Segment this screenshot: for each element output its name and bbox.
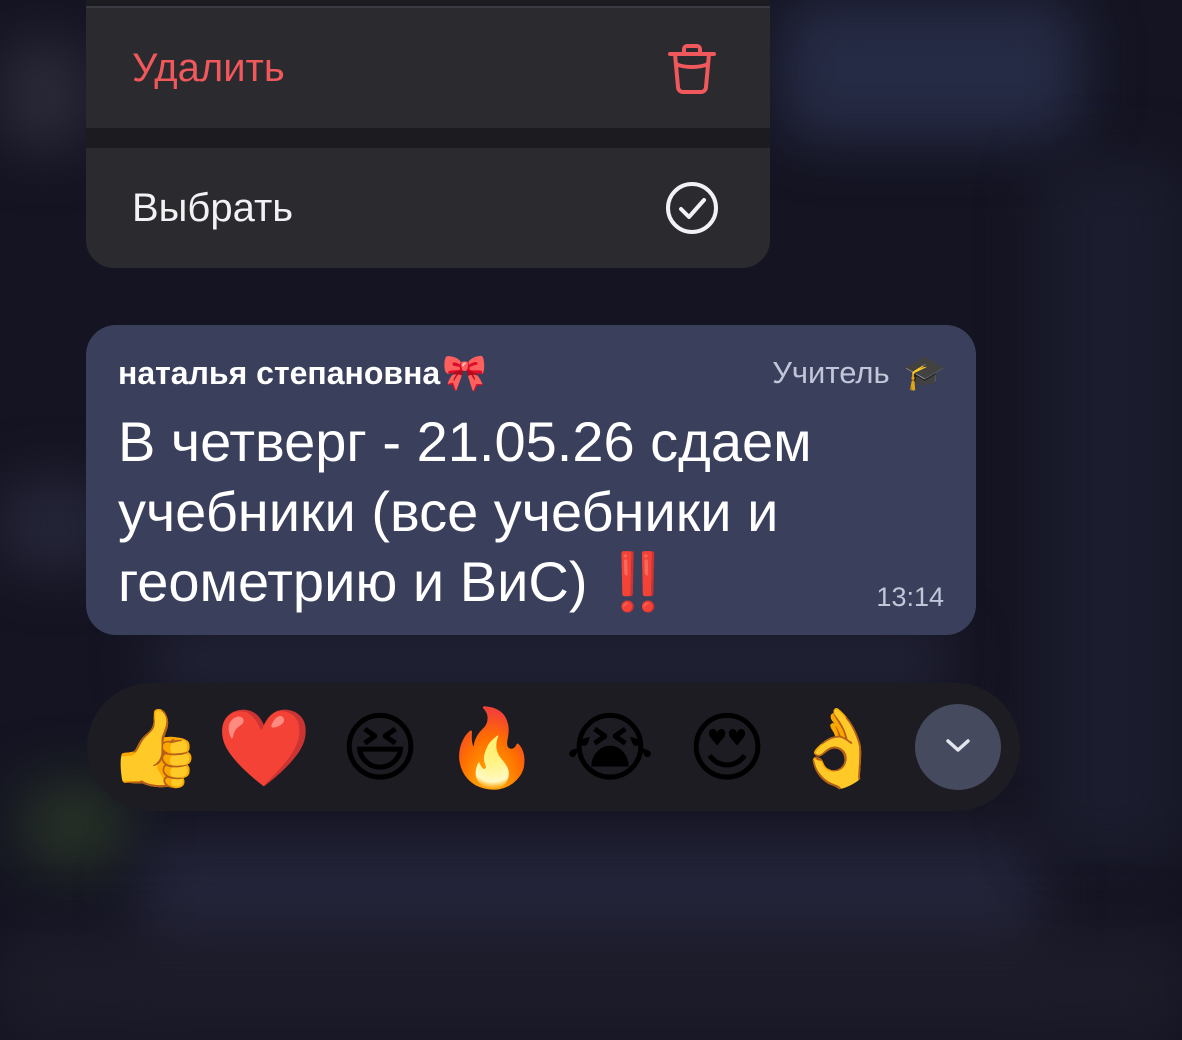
sender-name[interactable]: наталья степановна 🎀 (118, 352, 487, 394)
blurred-shape (780, 0, 1080, 140)
ribbon-emoji: 🎀 (442, 352, 488, 393)
blurred-shape (0, 930, 1182, 1040)
delete-label: Удалить (132, 45, 285, 90)
reaction-thumbs-up[interactable]: 👍 (107, 707, 203, 791)
check-circle-icon (664, 180, 720, 236)
sender-role-badge: Учитель 🎓 (772, 353, 946, 393)
double-exclamation-emoji: ‼️ (603, 550, 675, 613)
trash-icon (664, 40, 720, 96)
message-timestamp: 13:14 (876, 582, 944, 612)
message-header: наталья степановна 🎀 Учитель 🎓 (118, 351, 946, 395)
message-text: В четверг - 21.05.26 сдаем учебники (все… (118, 407, 948, 617)
reaction-fire[interactable]: 🔥 (444, 707, 540, 791)
select-label: Выбрать (132, 185, 294, 230)
blurred-shape (150, 630, 950, 690)
reaction-bar: 👍 ❤️ 😆 🔥 😭 😍 👌 (87, 683, 1020, 811)
message-bubble[interactable]: наталья степановна 🎀 Учитель 🎓 В четверг… (86, 325, 976, 635)
blurred-shape (0, 40, 90, 150)
reaction-laughing[interactable]: 😆 (332, 707, 428, 791)
reaction-heart[interactable]: ❤️ (216, 707, 312, 791)
chevron-down-icon (943, 736, 973, 759)
expand-reactions-button[interactable] (915, 704, 1001, 790)
blurred-shape (1040, 160, 1182, 860)
role-text: Учитель (772, 355, 890, 390)
select-menu-item[interactable]: Выбрать (86, 148, 770, 268)
graduation-cap-emoji: 🎓 (903, 354, 946, 392)
message-line-text: геометрию и ВиС) (118, 550, 588, 613)
sender-name-text: наталья степановна (118, 354, 441, 391)
message-line: В четверг - 21.05.26 сдаем (118, 410, 812, 473)
context-menu: Удалить Выбрать (86, 0, 770, 268)
delete-menu-item[interactable]: Удалить (86, 8, 770, 128)
message-line: геометрию и ВиС) ‼️ (118, 547, 948, 617)
message-line: учебники (все учебники и (118, 480, 779, 543)
reaction-ok-hand[interactable]: 👌 (790, 707, 886, 791)
reaction-heart-eyes[interactable]: 😍 (679, 707, 775, 791)
reaction-crying[interactable]: 😭 (562, 707, 658, 791)
